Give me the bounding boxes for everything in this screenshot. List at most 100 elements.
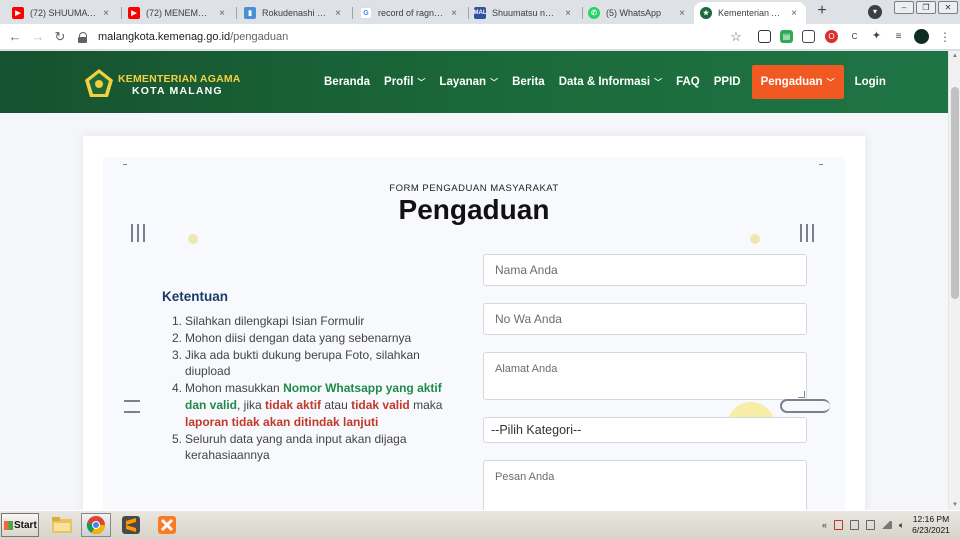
tab-youtube-2[interactable]: ▶ (72) MENEMUKAN NI × xyxy=(122,2,234,24)
close-icon[interactable]: × xyxy=(216,8,228,19)
tab-whatsapp[interactable]: ✆ (5) WhatsApp × xyxy=(582,2,694,24)
menu-pengaduan[interactable]: Pengaduan ﹀ xyxy=(751,65,844,99)
green-extension-icon[interactable]: ▤ xyxy=(780,30,793,43)
system-clock[interactable]: 12:16 PM 6/23/2021 xyxy=(906,514,956,536)
usb-icon[interactable] xyxy=(850,520,860,530)
tab-search-icon[interactable]: ▾ xyxy=(868,5,882,19)
close-icon[interactable]: × xyxy=(100,8,112,19)
menu-faq[interactable]: FAQ xyxy=(669,65,707,99)
decorative-line xyxy=(124,411,140,413)
rule-text: Mohon diisi dengan data yang sebenarnya xyxy=(185,330,412,345)
opera-extension-icon[interactable]: O xyxy=(825,30,838,43)
new-tab-button[interactable]: + xyxy=(814,3,830,19)
tab-google-search[interactable]: G record of ragnarok a × xyxy=(354,2,466,24)
whatsapp-icon: ✆ xyxy=(588,7,600,19)
tray-expand-icon[interactable]: « xyxy=(822,520,827,530)
security-icon[interactable] xyxy=(834,520,844,530)
menu-label: Data & Informasi xyxy=(558,76,651,88)
tab-mal[interactable]: MAL Shuumatsu no Walk × xyxy=(468,2,580,24)
close-icon[interactable]: × xyxy=(448,8,460,19)
list-item: 4. Mohon masukkan Nomor Whatsapp yang akt… xyxy=(172,381,443,429)
kebab-menu-icon[interactable]: ⋮ xyxy=(936,28,954,46)
media-controls-icon[interactable]: ≡ xyxy=(892,30,905,43)
resize-handle-icon[interactable] xyxy=(798,391,805,398)
taskbar-xampp[interactable] xyxy=(152,513,182,537)
pesan-textarea[interactable]: Pesan Anda xyxy=(483,460,807,510)
alamat-placeholder: Alamat Anda xyxy=(495,363,558,375)
rule-text: Silahkan dilengkapi Isian Formulir xyxy=(185,314,365,328)
extension-c-icon[interactable]: C xyxy=(848,30,861,43)
minimize-button[interactable]: – xyxy=(894,1,914,14)
maximize-button[interactable]: ❐ xyxy=(916,1,936,14)
menu-layanan[interactable]: Layanan ﹀ xyxy=(432,65,505,99)
nama-input[interactable]: Nama Anda xyxy=(483,254,807,286)
page-scrollbar[interactable]: ▲ ▼ xyxy=(948,51,960,510)
menu-ppid[interactable]: PPID xyxy=(707,65,748,99)
scroll-up-icon[interactable]: ▲ xyxy=(951,53,959,59)
lock-icon[interactable] xyxy=(78,31,88,43)
menu-beranda[interactable]: Beranda xyxy=(317,65,377,99)
close-icon[interactable]: × xyxy=(788,8,800,19)
reload-icon[interactable]: ↻ xyxy=(51,28,69,46)
start-button[interactable]: Start xyxy=(1,513,39,537)
alamat-textarea[interactable]: Alamat Anda xyxy=(483,352,807,400)
menu-label: Pengaduan xyxy=(760,76,823,88)
scroll-down-icon[interactable]: ▼ xyxy=(951,502,959,508)
menu-label: Beranda xyxy=(324,76,371,88)
main-menu: Beranda Profil ﹀ Layanan ﹀ Berita Data & I… xyxy=(317,51,893,113)
close-window-button[interactable]: ✕ xyxy=(938,1,958,14)
kategori-selected-value: --Pilih Kategori-- xyxy=(491,423,582,437)
google-icon: G xyxy=(360,7,372,19)
menu-berita[interactable]: Berita xyxy=(505,65,552,99)
network-icon[interactable] xyxy=(866,520,876,530)
profile-avatar[interactable] xyxy=(914,29,929,44)
tab-title: Kementerian Agama xyxy=(718,8,784,18)
volume-icon[interactable]: 🔈︎ xyxy=(899,520,904,531)
puzzle-extensions-icon[interactable]: ✦ xyxy=(870,30,883,43)
menu-data-informasi[interactable]: Data & Informasi ﹀ xyxy=(552,65,669,99)
signal-icon[interactable] xyxy=(882,521,893,529)
ketentuan-list: 1. Silahkan dilengkapi Isian Formulir 2. M… xyxy=(172,313,462,464)
taskbar-sublime[interactable] xyxy=(116,513,146,537)
menu-label: PPID xyxy=(713,76,741,88)
decorative-line xyxy=(819,164,823,165)
list-item: 2. Mohon diisi dengan data yang sebenarny… xyxy=(172,330,412,345)
copy-extension-icon[interactable] xyxy=(802,30,815,43)
taskbar-explorer[interactable] xyxy=(47,513,77,537)
chevron-down-icon: ﹀ xyxy=(490,77,499,87)
kategori-select[interactable]: --Pilih Kategori-- xyxy=(483,417,807,443)
scroll-thumb[interactable] xyxy=(951,87,959,299)
decorative-dot xyxy=(750,234,760,244)
close-icon[interactable]: × xyxy=(332,8,344,19)
back-arrow-icon[interactable]: ← xyxy=(6,28,24,46)
site-brand[interactable]: KEMENTERIAN AGAMA KOTA MALANG xyxy=(118,73,241,97)
tab-strip: ▶ (72) SHUUMATSU NI × ▶ (72) MENEMUKAN N… xyxy=(0,0,960,24)
tab-youtube-1[interactable]: ▶ (72) SHUUMATSU NI × xyxy=(6,2,118,24)
kemenag-logo-icon[interactable] xyxy=(84,68,114,98)
pengaduan-card: FORM PENGADUAN MASYARAKAT Pengaduan Kete… xyxy=(83,136,865,510)
rule-text: , jika xyxy=(237,397,266,412)
menu-profil[interactable]: Profil ﹀ xyxy=(377,65,432,99)
close-icon[interactable]: × xyxy=(676,8,688,19)
forward-arrow-icon[interactable]: → xyxy=(29,28,47,46)
chrome-icon xyxy=(86,516,105,535)
taskbar: Start « 🔈︎ 12:16 PM 6/23/2021 xyxy=(0,510,960,539)
brand-line-1: KEMENTERIAN AGAMA xyxy=(118,73,241,85)
system-tray: « 🔈︎ xyxy=(822,513,904,537)
sublime-text-icon xyxy=(122,516,140,534)
taskbar-chrome[interactable] xyxy=(81,513,111,537)
rule-highlight-laporan: laporan tidak akan ditindak lanjuti xyxy=(185,414,379,429)
bookmark-star-icon[interactable]: ☆ xyxy=(727,28,745,46)
tab-rokudenashi[interactable]: ▮ Rokudenashi Majutsu × xyxy=(238,2,350,24)
address-bar[interactable]: malangkota.kemenag.go.id/pengaduan xyxy=(78,29,288,45)
brand-line-2: KOTA MALANG xyxy=(132,85,223,97)
clock-date: 6/23/2021 xyxy=(912,525,950,535)
menu-login[interactable]: Login xyxy=(848,65,893,99)
close-icon[interactable]: × xyxy=(562,8,574,19)
whatsapp-input[interactable]: No Wa Anda xyxy=(483,303,807,335)
chevron-down-icon: ﹀ xyxy=(417,77,426,87)
mal-icon: MAL xyxy=(474,7,487,19)
screenshot-extension-icon[interactable] xyxy=(758,30,771,43)
window-controls: – ❐ ✕ xyxy=(894,1,958,14)
tab-kemenag[interactable]: ★ Kementerian Agama × xyxy=(694,2,806,24)
